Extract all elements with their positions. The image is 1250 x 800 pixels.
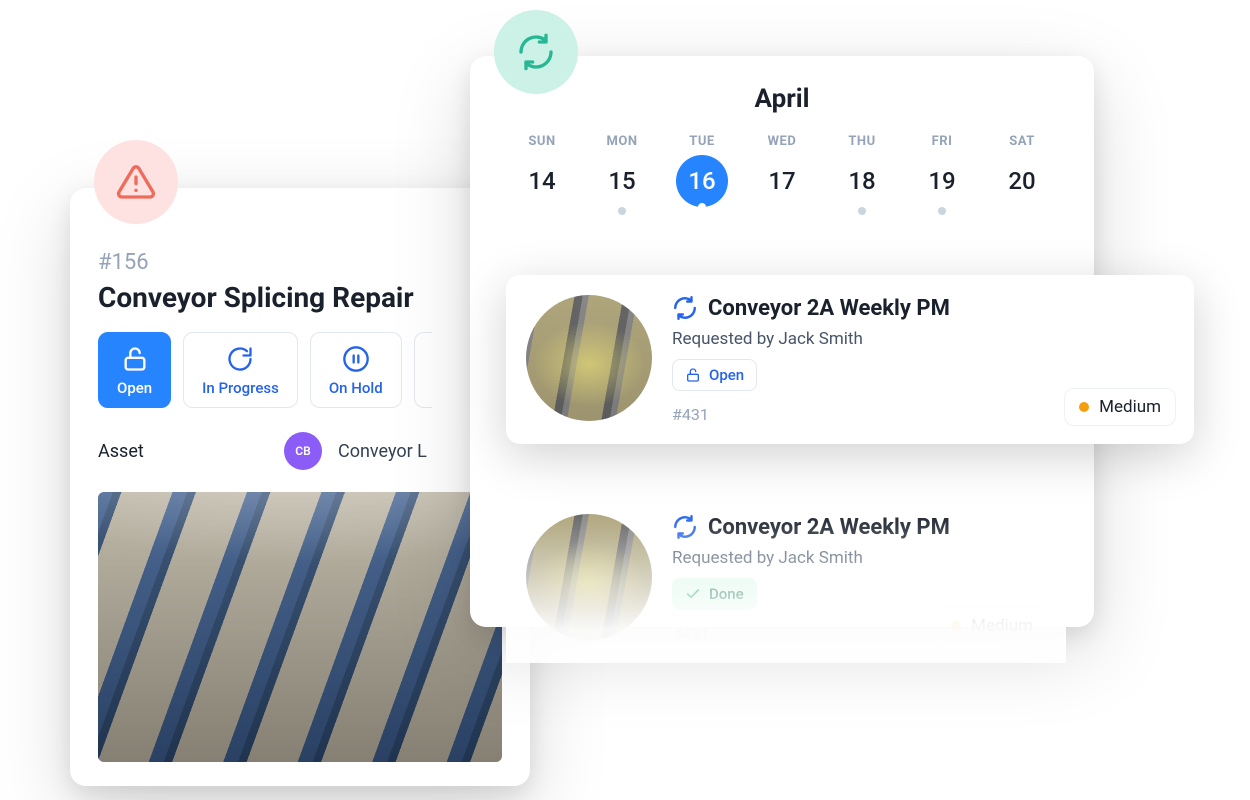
task-card[interactable]: Conveyor 2A Weekly PM Requested by Jack … xyxy=(506,494,1066,663)
calendar-day[interactable]: 19 xyxy=(902,155,982,227)
pause-circle-icon xyxy=(342,345,370,373)
asset-avatar: CB xyxy=(284,432,322,470)
asset-field-label: Asset xyxy=(98,441,268,462)
priority-pill[interactable]: Medium xyxy=(936,607,1048,645)
refresh-cw-icon xyxy=(226,345,254,373)
task-card[interactable]: Conveyor 2A Weekly PM Requested by Jack … xyxy=(506,275,1194,444)
dow-thu: THU xyxy=(822,134,902,149)
recurring-task-icon xyxy=(672,295,698,321)
check-icon xyxy=(685,586,701,602)
dow-sun: SUN xyxy=(502,134,582,149)
task-thumbnail xyxy=(526,295,652,421)
event-dot-icon xyxy=(938,207,946,215)
asset-row[interactable]: Asset CB Conveyor L xyxy=(98,432,502,470)
status-onhold-button[interactable]: On Hold xyxy=(310,332,402,408)
task-requested-by: Requested by Jack Smith xyxy=(672,329,1170,349)
priority-label: Medium xyxy=(1099,397,1161,417)
task-thumbnail xyxy=(526,514,652,640)
calendar-dow-header: SUN MON TUE WED THU FRI SAT 14 15 16 17 … xyxy=(502,134,1062,227)
status-inprogress-label: In Progress xyxy=(202,379,279,397)
dow-fri: FRI xyxy=(902,134,982,149)
calendar-day[interactable]: 18 xyxy=(822,155,902,227)
status-onhold-label: On Hold xyxy=(329,379,383,397)
dow-wed: WED xyxy=(742,134,822,149)
dow-mon: MON xyxy=(582,134,662,149)
status-inprogress-button[interactable]: In Progress xyxy=(183,332,298,408)
task-requested-by: Requested by Jack Smith xyxy=(672,548,1042,568)
dow-sat: SAT xyxy=(982,134,1062,149)
calendar-day[interactable]: 15 xyxy=(582,155,662,227)
status-more-peek xyxy=(414,332,432,408)
work-order-image xyxy=(98,492,502,762)
alert-badge xyxy=(94,140,178,224)
priority-pill[interactable]: Medium xyxy=(1064,388,1176,426)
calendar-day[interactable]: 14 xyxy=(502,155,582,227)
dow-tue: TUE xyxy=(662,134,742,149)
priority-dot-icon xyxy=(951,621,961,631)
task-status-pill[interactable]: Done xyxy=(672,578,757,610)
task-title: Conveyor 2A Weekly PM xyxy=(708,296,950,321)
event-dot-icon xyxy=(618,207,626,215)
alert-triangle-icon xyxy=(116,162,156,202)
status-tabs: Open In Progress On Hold xyxy=(98,332,502,408)
sync-icon xyxy=(516,32,556,72)
event-dot-icon xyxy=(858,207,866,215)
unlock-icon xyxy=(685,367,701,383)
calendar-day-selected[interactable]: 16 xyxy=(662,155,742,227)
asset-name: Conveyor L xyxy=(338,441,427,462)
work-order-card: #156 Conveyor Splicing Repair Open In Pr… xyxy=(70,188,530,786)
recurring-badge xyxy=(494,10,578,94)
work-order-title: Conveyor Splicing Repair xyxy=(98,281,502,314)
work-order-id: #156 xyxy=(98,250,502,275)
task-title: Conveyor 2A Weekly PM xyxy=(708,515,950,540)
status-open-label: Open xyxy=(117,379,152,397)
task-status-pill[interactable]: Open xyxy=(672,359,757,391)
unlock-icon xyxy=(121,345,149,373)
priority-dot-icon xyxy=(1079,402,1089,412)
task-status-label: Done xyxy=(709,585,744,603)
status-open-button[interactable]: Open xyxy=(98,332,171,408)
calendar-month: April xyxy=(502,84,1062,114)
event-dot-icon xyxy=(698,203,706,211)
calendar-day[interactable]: 17 xyxy=(742,155,822,227)
calendar-day[interactable]: 20 xyxy=(982,155,1062,227)
task-status-label: Open xyxy=(709,366,744,384)
recurring-task-icon xyxy=(672,514,698,540)
priority-label: Medium xyxy=(971,616,1033,636)
